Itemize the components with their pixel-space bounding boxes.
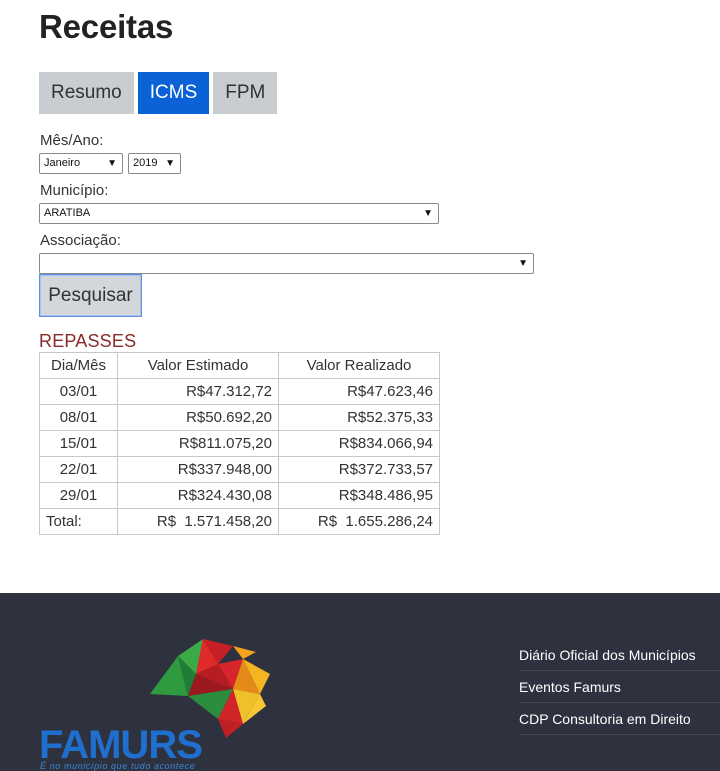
date-cell: 15/01 xyxy=(39,430,118,457)
table-row: 03/01 R$47.312,72 R$47.623,46 xyxy=(39,378,440,405)
month-year-label: Mês/Ano: xyxy=(40,132,104,149)
footer: FAMURS É no município que tudo acontece … xyxy=(0,593,720,771)
column-header: Valor Realizado xyxy=(278,352,440,379)
realized-cell: R$372.733,57 xyxy=(278,456,440,483)
chevron-down-icon: ▼ xyxy=(423,208,433,219)
repasses-table: Dia/Mês Valor Estimado Valor Realizado 0… xyxy=(39,352,440,535)
total-label: Total: xyxy=(39,508,118,535)
realized-cell: R$348.486,95 xyxy=(278,482,440,509)
month-select-value: Janeiro xyxy=(44,157,81,169)
page-title: Receitas xyxy=(39,8,174,45)
chevron-down-icon: ▼ xyxy=(518,258,528,269)
link-diario-oficial[interactable]: Diário Oficial dos Municípios xyxy=(519,631,720,671)
tab-bar: Resumo ICMS FPM xyxy=(39,72,278,114)
chevron-down-icon: ▼ xyxy=(107,158,117,169)
table-header-row: Dia/Mês Valor Estimado Valor Realizado xyxy=(39,352,440,379)
total-realized: R$ 1.655.286,24 xyxy=(278,508,440,535)
municipio-label: Município: xyxy=(40,182,109,199)
associacao-label: Associação: xyxy=(40,232,121,249)
realized-cell: R$834.066,94 xyxy=(278,430,440,457)
footer-links: Diário Oficial dos Municípios Eventos Fa… xyxy=(519,631,720,735)
search-button[interactable]: Pesquisar xyxy=(39,274,142,317)
year-select-value: 2019 xyxy=(133,157,158,169)
realized-cell: R$47.623,46 xyxy=(278,378,440,405)
repasses-title: REPASSES xyxy=(39,331,137,351)
column-header: Dia/Mês xyxy=(39,352,118,379)
chevron-down-icon: ▼ xyxy=(165,158,175,169)
link-cdp-consultoria[interactable]: CDP Consultoria em Direito xyxy=(519,703,720,735)
total-estimated: R$ 1.571.458,20 xyxy=(117,508,279,535)
date-cell: 22/01 xyxy=(39,456,118,483)
estimated-cell: R$324.430,08 xyxy=(117,482,279,509)
table-row: 22/01 R$337.948,00 R$372.733,57 xyxy=(39,456,440,483)
estimated-cell: R$50.692,20 xyxy=(117,404,279,431)
estimated-cell: R$47.312,72 xyxy=(117,378,279,405)
table-row: 08/01 R$50.692,20 R$52.375,33 xyxy=(39,404,440,431)
link-eventos-famurs[interactable]: Eventos Famurs xyxy=(519,671,720,703)
tab-resumo[interactable]: Resumo xyxy=(39,72,134,114)
table-row: 29/01 R$324.430,08 R$348.486,95 xyxy=(39,482,440,509)
year-select[interactable]: 2019 ▼ xyxy=(128,153,181,174)
month-select[interactable]: Janeiro ▼ xyxy=(39,153,123,174)
estimated-cell: R$811.075,20 xyxy=(117,430,279,457)
table-row: 15/01 R$811.075,20 R$834.066,94 xyxy=(39,430,440,457)
date-cell: 29/01 xyxy=(39,482,118,509)
total-row: Total: R$ 1.571.458,20 R$ 1.655.286,24 xyxy=(39,508,440,535)
estimated-cell: R$337.948,00 xyxy=(117,456,279,483)
tab-icms[interactable]: ICMS xyxy=(137,72,210,114)
municipio-select-value: ARATIBA xyxy=(44,207,91,219)
famurs-tagline: É no município que tudo acontece xyxy=(40,761,196,771)
date-cell: 08/01 xyxy=(39,404,118,431)
column-header: Valor Estimado xyxy=(117,352,279,379)
tab-fpm[interactable]: FPM xyxy=(213,72,278,114)
realized-cell: R$52.375,33 xyxy=(278,404,440,431)
municipio-select[interactable]: ARATIBA ▼ xyxy=(39,203,439,224)
associacao-select[interactable]: ▼ xyxy=(39,253,534,274)
date-cell: 03/01 xyxy=(39,378,118,405)
